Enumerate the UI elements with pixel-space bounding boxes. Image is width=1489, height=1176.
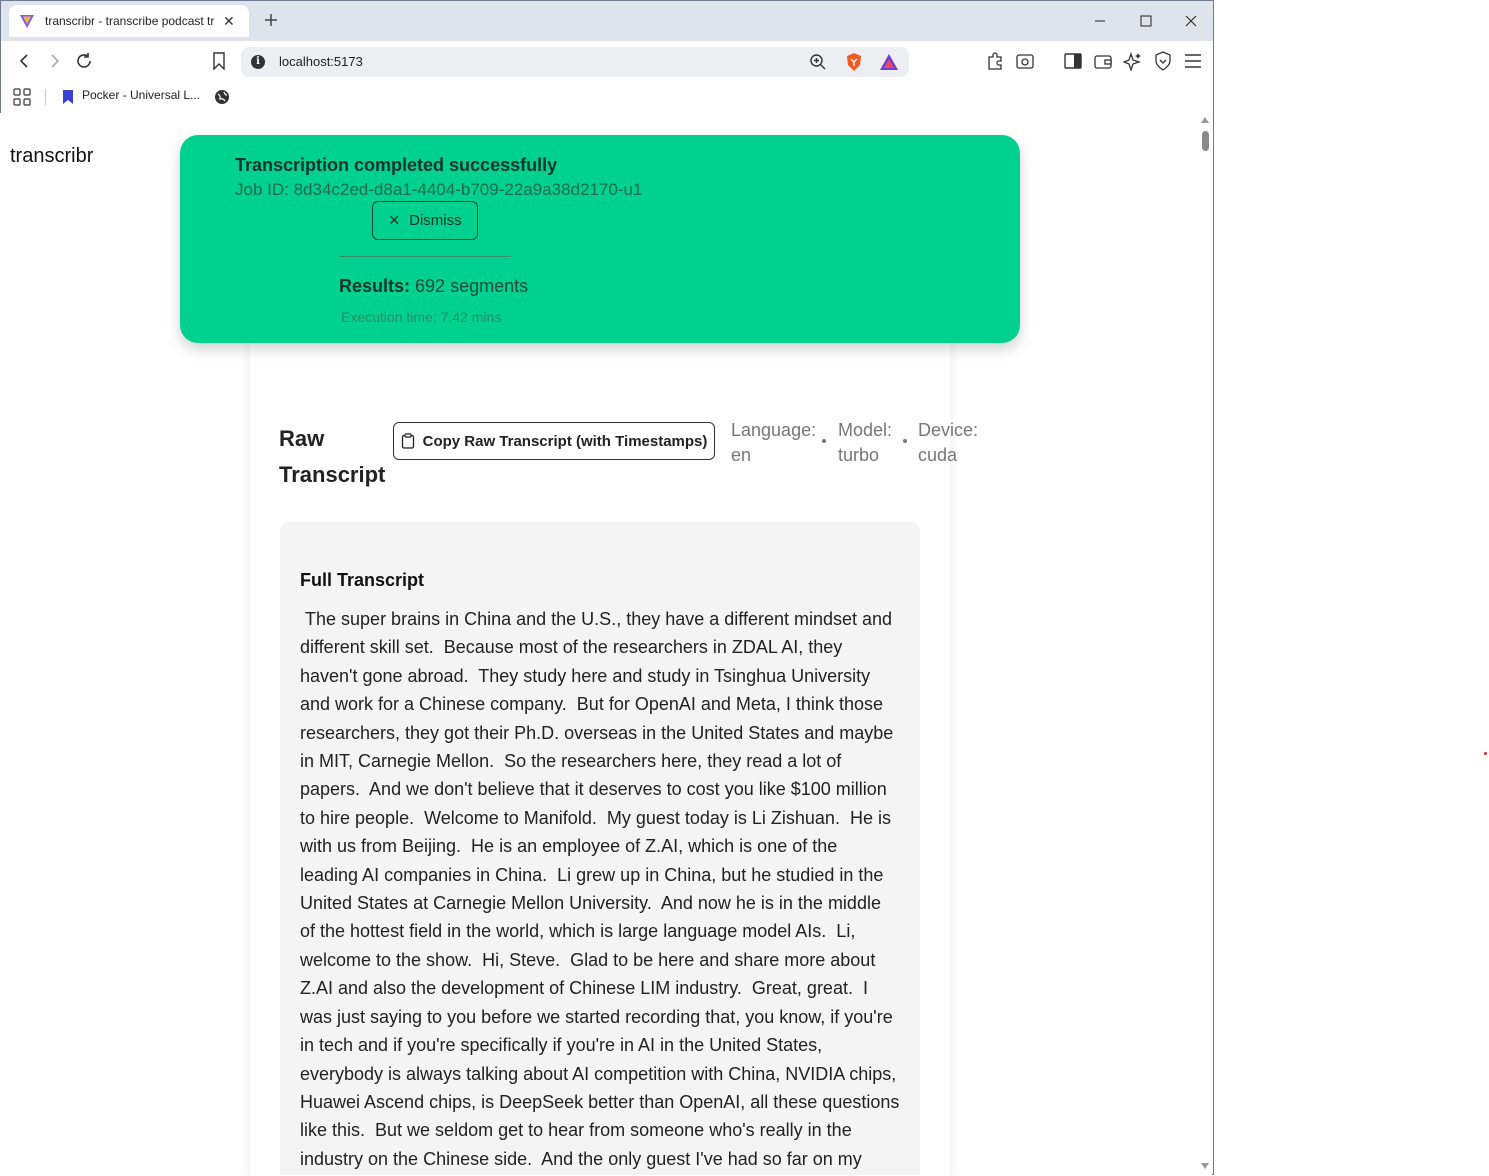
success-toast: Transcription completed successfully Job… — [180, 135, 1020, 343]
full-transcript-heading: Full Transcript — [300, 570, 425, 590]
language-value: en — [731, 445, 752, 465]
copy-raw-transcript-button[interactable]: Copy Raw Transcript (with Timestamps) — [393, 422, 715, 460]
scroll-up-icon[interactable] — [1201, 117, 1209, 123]
cursor-dot — [1484, 752, 1487, 755]
toast-job-id: Job ID: 8d34c2ed-d8a1-4404-b709-22a9a38d… — [235, 180, 643, 199]
sidebar-icon[interactable] — [1062, 50, 1084, 72]
close-icon: ✕ — [388, 212, 401, 228]
meta-separator-dot — [822, 439, 826, 443]
device-label: Device: — [918, 420, 979, 440]
raw-transcript-title: Raw Transcript — [279, 426, 386, 487]
clipboard-icon — [401, 433, 414, 449]
scroll-down-icon[interactable] — [1201, 1163, 1209, 1169]
copy-raw-transcript-label: Copy Raw Transcript (with Timestamps) — [422, 432, 708, 450]
info-icon[interactable]: i — [251, 55, 265, 69]
model-value: turbo — [838, 445, 880, 465]
bookmark-item-pocker[interactable]: Pocker - Universal L... — [82, 88, 200, 102]
full-transcript-text[interactable]: The super brains in China and the U.S., … — [300, 605, 900, 1175]
toast-execution-time: Execution time: 7.42 mins — [341, 309, 502, 325]
results-label: Results: — [339, 276, 411, 296]
brave-rewards-icon[interactable] — [878, 51, 900, 73]
language-meta: Language: en — [731, 418, 816, 468]
toast-divider — [339, 256, 511, 257]
vpn-icon[interactable] — [1152, 50, 1174, 72]
close-window-icon[interactable] — [1168, 1, 1213, 41]
device-value: cuda — [918, 445, 958, 465]
bookmarks-bar: Pocker - Universal L... — [1, 81, 1213, 114]
language-label: Language: — [731, 420, 817, 440]
wallet-icon[interactable] — [1092, 50, 1114, 72]
model-label: Model: — [838, 420, 893, 440]
tab-strip: transcribr - transcribe podcast tr ✕ — [1, 1, 1213, 41]
page-content: transcribr Raw Transcript Copy Raw Trans… — [0, 113, 1198, 1175]
device-meta: Device: cuda — [918, 418, 978, 468]
zoom-icon[interactable] — [807, 51, 829, 73]
leo-icon[interactable] — [1122, 50, 1144, 72]
globe-icon[interactable] — [211, 86, 233, 108]
url-text[interactable]: localhost:5173 — [279, 54, 363, 69]
address-bar[interactable]: i localhost:5173 — [241, 47, 909, 77]
scroll-thumb[interactable] — [1202, 131, 1209, 151]
maximize-icon[interactable] — [1123, 1, 1169, 41]
minimize-icon[interactable] — [1077, 1, 1123, 41]
browser-tab[interactable]: transcribr - transcribe podcast tr ✕ — [9, 5, 249, 37]
bookmarks-divider — [45, 89, 46, 105]
new-tab-button[interactable] — [259, 9, 283, 33]
dismiss-label: Dismiss — [409, 212, 462, 229]
forward-icon[interactable] — [42, 49, 66, 73]
page-scrollbar[interactable] — [1198, 113, 1212, 1175]
results-value: 692 segments — [415, 276, 529, 296]
close-tab-icon[interactable]: ✕ — [223, 13, 235, 30]
tab-title: transcribr - transcribe podcast tr — [45, 14, 215, 28]
brave-favicon — [19, 13, 35, 29]
app-brand[interactable]: transcribr — [10, 145, 93, 168]
apps-grid-icon[interactable] — [11, 86, 33, 108]
menu-icon[interactable] — [1182, 50, 1204, 72]
dismiss-button[interactable]: ✕ Dismiss — [372, 201, 478, 240]
tab-search-icon[interactable] — [1014, 50, 1036, 72]
bookmark-item-icon[interactable] — [57, 86, 79, 108]
toast-results: Results: 692 segments — [339, 276, 528, 297]
browser-toolbar: i localhost:5173 — [1, 41, 1213, 81]
model-meta: Model: turbo — [838, 418, 892, 468]
reload-icon[interactable] — [72, 49, 96, 73]
meta-separator-dot — [903, 439, 907, 443]
bookmark-icon[interactable] — [207, 49, 231, 73]
toast-title: Transcription completed successfully — [235, 155, 558, 175]
brave-shield-icon[interactable] — [843, 51, 865, 73]
back-icon[interactable] — [13, 49, 37, 73]
extensions-icon[interactable] — [984, 50, 1006, 72]
